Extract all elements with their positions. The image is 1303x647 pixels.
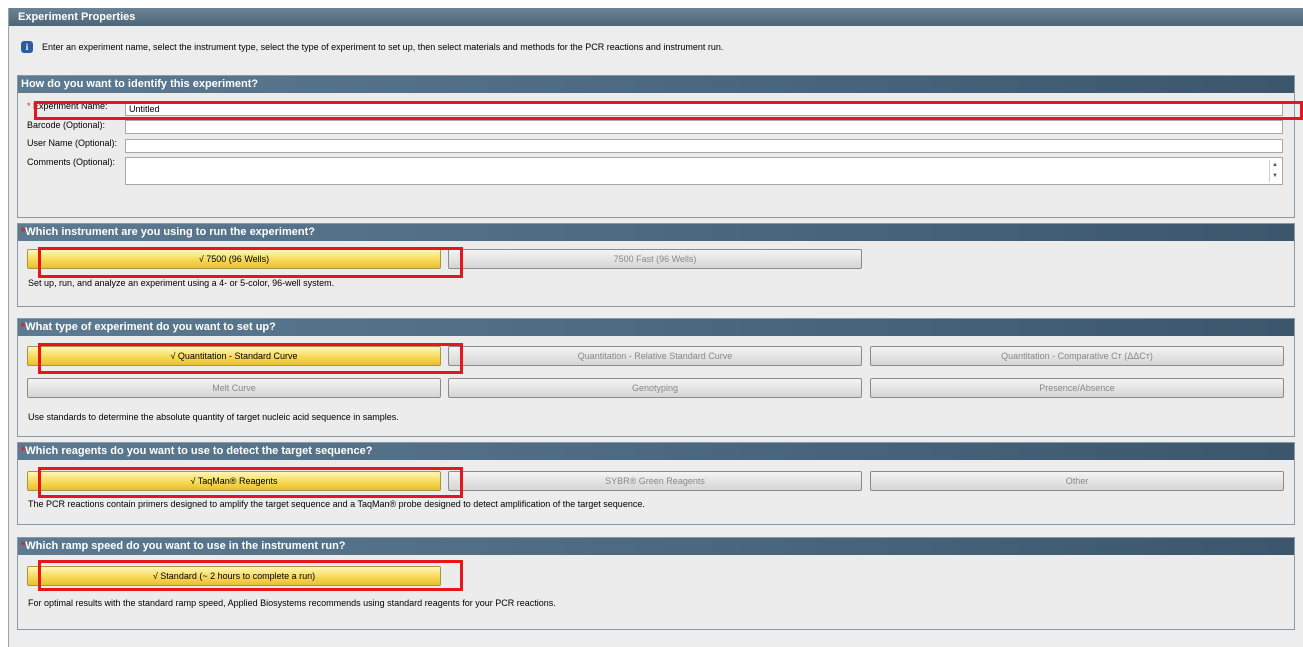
instrument-description: Set up, run, and analyze an experiment u… — [28, 278, 335, 288]
identify-section: How do you want to identify this experim… — [17, 75, 1295, 218]
experiment-type-heading-text: What type of experiment do you want to s… — [25, 321, 276, 333]
comments-textarea[interactable]: ▲ ▼ — [125, 157, 1283, 185]
ramp-speed-section: *Which ramp speed do you want to use in … — [17, 537, 1295, 630]
required-asterisk: * — [27, 101, 31, 111]
reagents-description: The PCR reactions contain primers design… — [28, 499, 645, 509]
quantitation-comparative-ct-button[interactable]: Quantitation - Comparative Cт (ΔΔCт) — [870, 346, 1284, 366]
experiment-name-label: Experiment Name: — [33, 101, 108, 111]
instrument-7500-button[interactable]: √ 7500 (96 Wells) — [27, 249, 441, 269]
page-title: Experiment Properties — [9, 8, 1303, 26]
instrument-heading-text: Which instrument are you using to run th… — [25, 226, 315, 238]
reagents-heading-text: Which reagents do you want to use to det… — [25, 445, 373, 457]
user-name-row: User Name (Optional): — [18, 138, 135, 148]
instrument-heading: *Which instrument are you using to run t… — [18, 224, 1294, 241]
experiment-type-section: *What type of experiment do you want to … — [17, 318, 1295, 437]
taqman-reagents-button[interactable]: √ TaqMan® Reagents — [27, 471, 441, 491]
experiment-name-row: * Experiment Name: — [18, 101, 135, 111]
identify-heading: How do you want to identify this experim… — [18, 76, 1294, 93]
genotyping-button[interactable]: Genotyping — [448, 378, 862, 398]
experiment-type-description: Use standards to determine the absolute … — [28, 412, 399, 422]
intro-text: Enter an experiment name, select the ins… — [42, 42, 724, 52]
info-icon: i — [21, 41, 33, 53]
intro: i Enter an experiment name, select the i… — [21, 40, 723, 54]
barcode-row: Barcode (Optional): — [18, 120, 135, 130]
ramp-speed-heading-text: Which ramp speed do you want to use in t… — [25, 540, 346, 552]
sybr-green-reagents-button[interactable]: SYBR® Green Reagents — [448, 471, 862, 491]
comments-label: Comments (Optional): — [27, 157, 116, 167]
standard-ramp-button[interactable]: √ Standard (~ 2 hours to complete a run) — [27, 566, 441, 586]
ramp-speed-heading: *Which ramp speed do you want to use in … — [18, 538, 1294, 555]
barcode-label: Barcode (Optional): — [27, 120, 106, 130]
experiment-properties-panel: Experiment Properties i Enter an experim… — [8, 8, 1303, 647]
presence-absence-button[interactable]: Presence/Absence — [870, 378, 1284, 398]
ramp-speed-description: For optimal results with the standard ra… — [28, 598, 556, 608]
comments-row: Comments (Optional): — [18, 157, 135, 167]
comments-scrollbar[interactable]: ▲ ▼ — [1269, 160, 1280, 182]
experiment-type-heading: *What type of experiment do you want to … — [18, 319, 1294, 336]
reagents-section: *Which reagents do you want to use to de… — [17, 442, 1295, 525]
reagents-heading: *Which reagents do you want to use to de… — [18, 443, 1294, 460]
experiment-name-input[interactable] — [125, 102, 1283, 116]
barcode-input[interactable] — [125, 120, 1283, 134]
user-name-label: User Name (Optional): — [27, 138, 118, 148]
quantitation-relative-standard-curve-button[interactable]: Quantitation - Relative Standard Curve — [448, 346, 862, 366]
user-name-input[interactable] — [125, 139, 1283, 153]
quantitation-standard-curve-button[interactable]: √ Quantitation - Standard Curve — [27, 346, 441, 366]
other-reagents-button[interactable]: Other — [870, 471, 1284, 491]
instrument-7500-fast-button[interactable]: 7500 Fast (96 Wells) — [448, 249, 862, 269]
melt-curve-button[interactable]: Melt Curve — [27, 378, 441, 398]
instrument-section: *Which instrument are you using to run t… — [17, 223, 1295, 307]
